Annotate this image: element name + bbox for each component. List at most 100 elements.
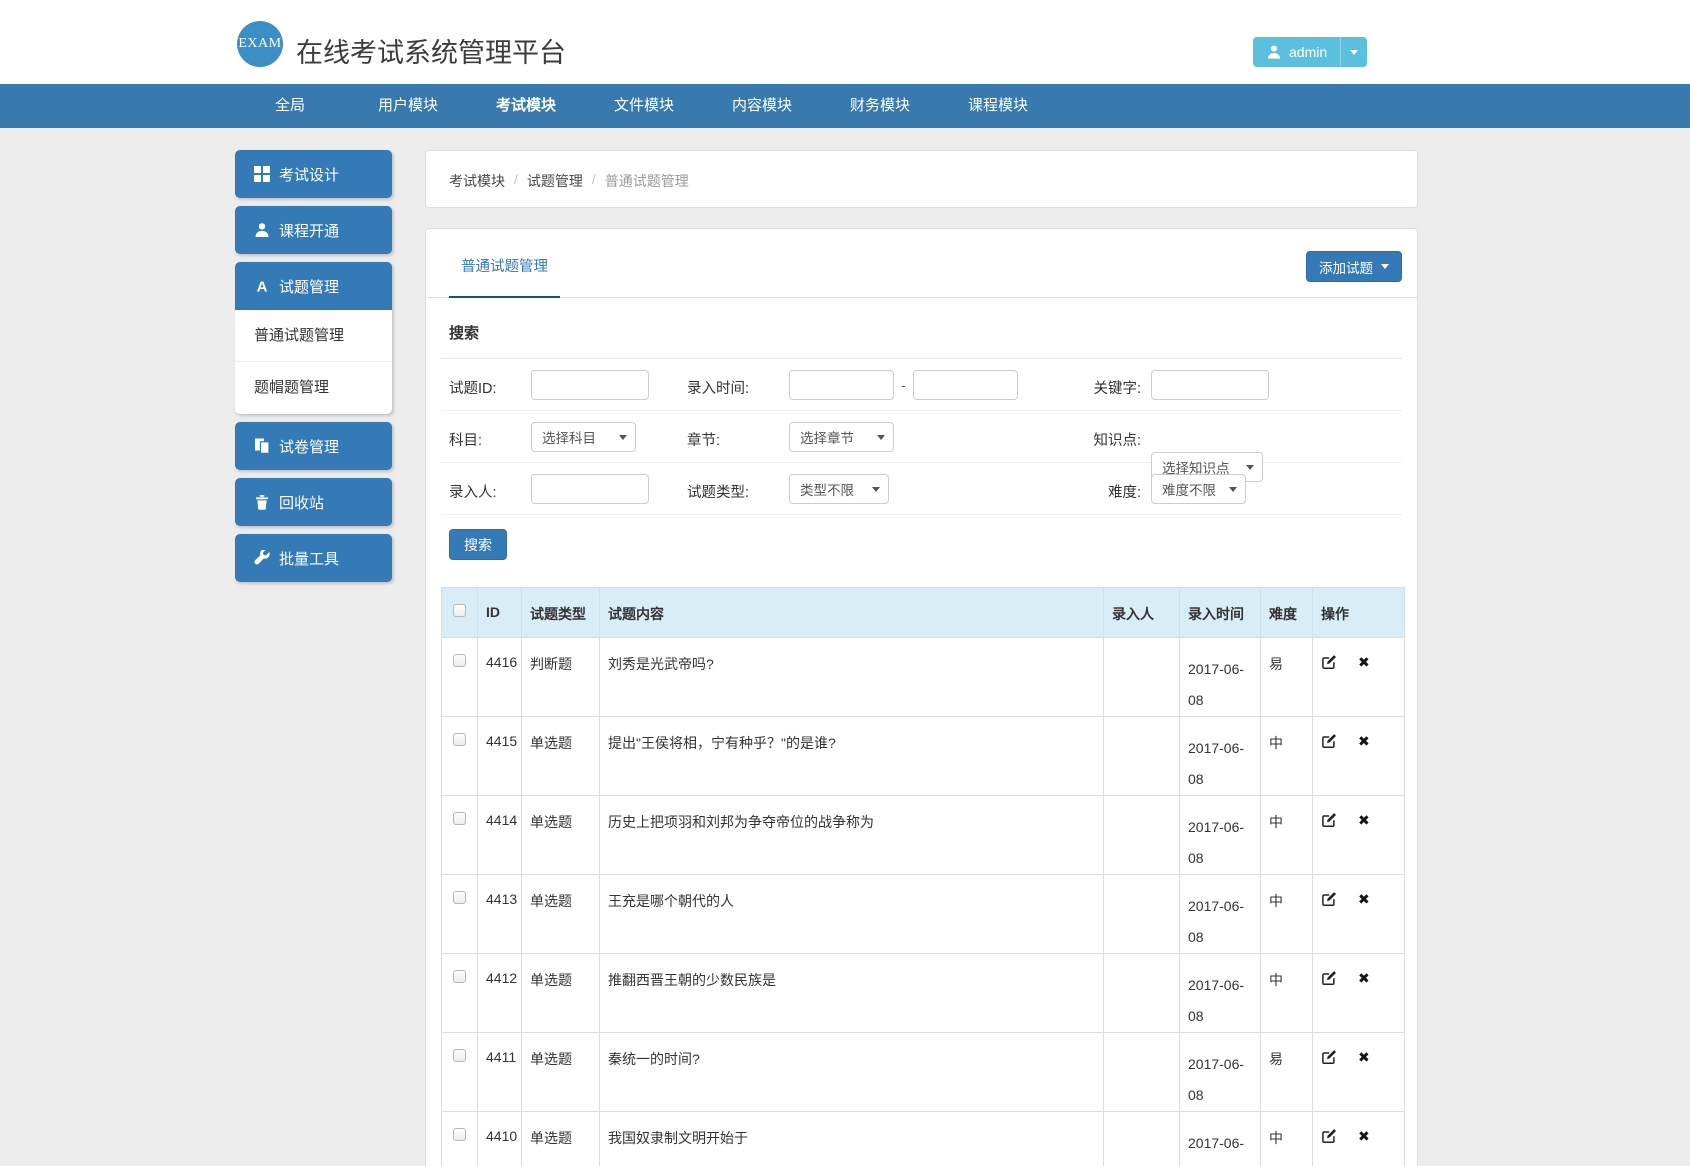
col-header-content: 试题内容 (600, 588, 1104, 638)
edit-icon[interactable] (1321, 812, 1337, 828)
edit-icon[interactable] (1321, 1128, 1337, 1144)
table-row: 4411 单选题 秦统一的时间? 2017-06-08 易 ✖ (442, 1033, 1405, 1112)
breadcrumb-item-question-manage[interactable]: 试题管理 (527, 171, 583, 191)
row-checkbox[interactable] (453, 891, 466, 904)
row-checkbox[interactable] (453, 733, 466, 746)
sidebar-item-course-open[interactable]: 课程开通 (235, 206, 392, 254)
sidebar-item-recycle-bin[interactable]: 回收站 (235, 478, 392, 526)
cell-difficulty: 易 (1261, 638, 1313, 717)
question-type-select[interactable]: 类型不限 (789, 474, 889, 504)
grid-icon (254, 166, 270, 182)
cell-content: 我国奴隶制文明开始于 (600, 1112, 1104, 1166)
date-range-separator: - (901, 377, 906, 393)
submenu-item-normal-question[interactable]: 普通试题管理 (235, 310, 392, 362)
delete-icon[interactable]: ✖ (1358, 1128, 1370, 1144)
cell-difficulty: 中 (1261, 796, 1313, 875)
nav-item-content-module[interactable]: 内容模块 (703, 84, 821, 128)
cell-content: 刘秀是光武帝吗? (600, 638, 1104, 717)
add-question-button[interactable]: 添加试题 (1306, 251, 1402, 282)
table-row: 4414 单选题 历史上把项羽和刘邦为争夺帝位的战争称为 2017-06-08 … (442, 796, 1405, 875)
nav-item-course-module[interactable]: 课程模块 (939, 84, 1057, 128)
edit-icon[interactable] (1321, 654, 1337, 670)
sidebar-item-question-manage[interactable]: A 试题管理 (235, 262, 392, 310)
row-checkbox[interactable] (453, 654, 466, 667)
edit-icon[interactable] (1321, 733, 1337, 749)
cell-entry-person (1104, 717, 1180, 796)
sidebar-item-exam-design[interactable]: 考试设计 (235, 150, 392, 198)
cell-type: 单选题 (522, 954, 600, 1033)
question-id-input[interactable] (531, 370, 649, 400)
nav-item-global[interactable]: 全局 (231, 84, 349, 128)
trash-icon (254, 494, 270, 510)
nav-item-file-module[interactable]: 文件模块 (585, 84, 703, 128)
sidebar-item-batch-tools[interactable]: 批量工具 (235, 534, 392, 582)
table-row: 4410 单选题 我国奴隶制文明开始于 2017-06-08 中 ✖ (442, 1112, 1405, 1166)
cell-type: 单选题 (522, 1033, 600, 1112)
row-checkbox[interactable] (453, 812, 466, 825)
user-menu-caret[interactable] (1340, 37, 1367, 67)
tab-normal-question-manage[interactable]: 普通试题管理 (449, 255, 560, 298)
edit-icon[interactable] (1321, 970, 1337, 986)
delete-icon[interactable]: ✖ (1358, 891, 1370, 907)
user-name: admin (1289, 44, 1327, 60)
row-checkbox[interactable] (453, 970, 466, 983)
entry-time-start-input[interactable] (789, 370, 894, 400)
delete-icon[interactable]: ✖ (1358, 733, 1370, 749)
nav-item-user-module[interactable]: 用户模块 (349, 84, 467, 128)
cell-entry-time: 2017-06-08 (1180, 1033, 1261, 1112)
submenu-item-cap-question[interactable]: 题帽题管理 (235, 362, 392, 414)
nav-item-exam-module[interactable]: 考试模块 (467, 84, 585, 128)
subject-label: 科目: (449, 429, 482, 450)
col-header-actions: 操作 (1313, 588, 1405, 638)
delete-icon[interactable]: ✖ (1358, 1049, 1370, 1065)
search-button[interactable]: 搜索 (449, 529, 507, 560)
sidebar-item-label: 考试设计 (279, 164, 339, 185)
user-icon (1266, 44, 1282, 60)
cell-id: 4414 (478, 796, 522, 875)
questions-table: ID 试题类型 试题内容 录入人 录入时间 难度 操作 4416 判断题 刘秀是… (441, 587, 1405, 1166)
cell-id: 4415 (478, 717, 522, 796)
chevron-down-icon (1350, 50, 1358, 55)
table-row: 4416 判断题 刘秀是光武帝吗? 2017-06-08 易 ✖ (442, 638, 1405, 717)
delete-icon[interactable]: ✖ (1358, 970, 1370, 986)
sidebar-item-label: 试卷管理 (279, 436, 339, 457)
row-checkbox[interactable] (453, 1049, 466, 1062)
col-header-type: 试题类型 (522, 588, 600, 638)
sidebar-item-label: 回收站 (279, 492, 324, 513)
subject-select[interactable]: 选择科目 (531, 422, 636, 452)
cell-entry-time: 2017-06-08 (1180, 717, 1261, 796)
question-id-label: 试题ID: (449, 377, 497, 398)
search-form-row-1: 试题ID: 录入时间: - 关键字: (441, 359, 1402, 411)
difficulty-select[interactable]: 难度不限 (1151, 474, 1246, 504)
cell-entry-person (1104, 875, 1180, 954)
table-row: 4415 单选题 提出"王侯将相，宁有种乎？"的是谁? 2017-06-08 中… (442, 717, 1405, 796)
difficulty-select-value: 难度不限 (1162, 479, 1216, 499)
nav-list: 全局 用户模块 考试模块 文件模块 内容模块 财务模块 课程模块 (231, 84, 1057, 128)
entry-person-input[interactable] (531, 474, 649, 504)
col-header-entry-person: 录入人 (1104, 588, 1180, 638)
sidebar-item-paper-manage[interactable]: 试卷管理 (235, 422, 392, 470)
user-menu-main[interactable]: admin (1253, 37, 1340, 67)
keyword-input[interactable] (1151, 370, 1269, 400)
edit-icon[interactable] (1321, 1049, 1337, 1065)
difficulty-label: 难度: (1026, 481, 1141, 502)
select-all-checkbox[interactable] (453, 604, 466, 617)
edit-icon[interactable] (1321, 891, 1337, 907)
cell-difficulty: 中 (1261, 954, 1313, 1033)
user-menu-button[interactable]: admin (1253, 37, 1367, 67)
breadcrumb-item-exam-module[interactable]: 考试模块 (449, 171, 505, 191)
keyword-label: 关键字: (1026, 377, 1141, 398)
question-type-label: 试题类型: (687, 481, 749, 502)
letter-a-icon: A (254, 278, 270, 294)
cell-content: 王充是哪个朝代的人 (600, 875, 1104, 954)
row-checkbox[interactable] (453, 1128, 466, 1141)
delete-icon[interactable]: ✖ (1358, 654, 1370, 670)
chapter-select[interactable]: 选择章节 (789, 422, 894, 452)
nav-item-finance-module[interactable]: 财务模块 (821, 84, 939, 128)
top-header: EXAM 在线考试系统管理平台 admin (0, 0, 1690, 84)
chevron-down-icon (619, 435, 627, 440)
cell-entry-person (1104, 638, 1180, 717)
delete-icon[interactable]: ✖ (1358, 812, 1370, 828)
cell-type: 单选题 (522, 717, 600, 796)
entry-time-end-input[interactable] (913, 370, 1018, 400)
